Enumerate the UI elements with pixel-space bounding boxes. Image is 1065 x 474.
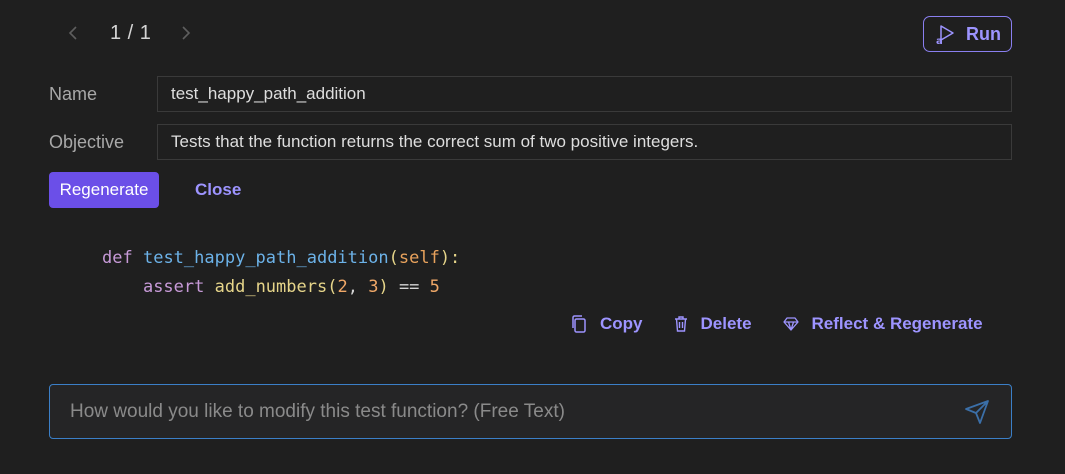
code-line-1: def test_happy_path_addition(self): [102,244,460,273]
modify-prompt-box [49,384,1012,439]
trash-icon [674,316,687,332]
svg-text:a: a [936,36,943,45]
code-block: def test_happy_path_addition(self): asse… [102,244,460,302]
modify-prompt-input[interactable] [68,399,961,424]
next-page-button[interactable] [173,18,199,48]
copy-button[interactable]: Copy [570,314,643,334]
objective-field[interactable]: Tests that the function returns the corr… [157,124,1012,160]
chevron-right-icon [182,26,191,40]
send-button[interactable] [961,396,993,428]
run-label: Run [966,23,1001,44]
name-field[interactable]: test_happy_path_addition [157,76,1012,112]
code-actions: Copy Delete Reflect & Regenerate [570,310,983,338]
code-arg-sep: , [347,277,369,297]
pager: 1 / 1 [60,18,199,48]
code-paren-open: ( [388,248,399,268]
code-call-close: ) [378,277,389,297]
objective-label: Objective [49,132,125,152]
regenerate-button[interactable]: Regenerate [49,172,159,208]
play-icon: a [936,25,954,45]
page-indicator: 1 / 1 [110,21,152,44]
delete-label: Delete [700,314,752,333]
code-operator: == [388,277,430,297]
code-call-name: add_numbers [214,277,328,297]
diamond-icon [782,317,799,331]
code-paren-close: ): [439,248,461,268]
code-line-2: assert add_numbers(2, 3) == 5 [102,273,460,302]
reflect-regenerate-button[interactable]: Reflect & Regenerate [782,314,983,334]
code-keyword-def: def [102,248,133,268]
code-self: self [398,248,440,268]
send-icon [965,399,989,424]
code-keyword-assert: assert [142,277,205,297]
code-call-open: ( [327,277,338,297]
delete-button[interactable]: Delete [673,314,752,334]
code-arg-a: 2 [337,277,348,297]
copy-label: Copy [600,314,643,333]
code-function-name: test_happy_path_addition [142,248,389,268]
chevron-left-icon [68,26,77,40]
run-button[interactable]: a Run [923,16,1012,52]
reflect-regenerate-label: Reflect & Regenerate [811,314,983,333]
name-label: Name [49,84,98,104]
previous-page-button[interactable] [60,18,86,48]
code-arg-b: 3 [368,277,379,297]
code-result: 5 [429,277,440,297]
close-button[interactable]: Close [195,172,241,208]
copy-icon [572,315,586,333]
